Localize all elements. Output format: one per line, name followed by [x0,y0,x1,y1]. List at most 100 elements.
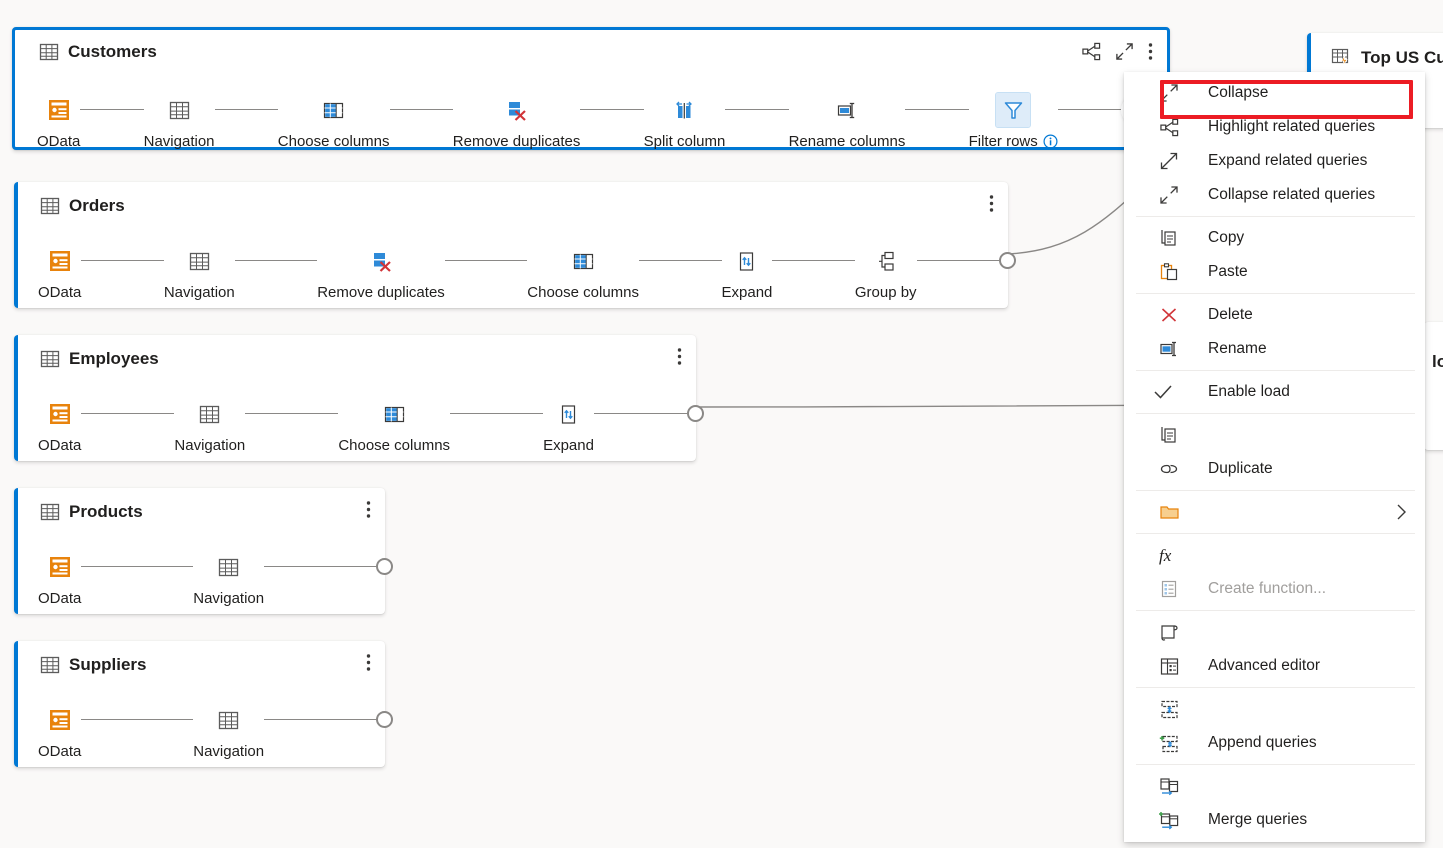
step-odata[interactable]: OData [38,703,81,760]
step-expand[interactable]: Expand [543,397,594,454]
choose-columns-icon [377,397,411,431]
menu-item-properties[interactable]: Advanced editor [1124,649,1425,683]
table-function-icon [1331,47,1352,68]
step-connector [1057,109,1122,111]
folder-icon [1158,501,1180,523]
highlight-related-queries-icon [1158,116,1180,138]
properties-icon [1158,655,1180,677]
step-choose-columns[interactable]: Choose columns [527,244,639,301]
highlight-related-queries-icon[interactable] [1082,42,1101,61]
collapse-icon[interactable] [1115,42,1134,61]
menu-item-copy[interactable]: Copy [1124,221,1425,255]
step-filter-rows[interactable]: Filter rows [969,92,1058,150]
step-connector [725,109,789,111]
card-accent-bar [14,488,18,614]
menu-item-merge-queries-as-new[interactable]: Merge queries [1124,803,1425,837]
menu-item-merge-queries[interactable] [1124,769,1425,803]
step-expand[interactable]: Expand [722,244,772,301]
menu-item-delete[interactable]: Delete [1124,298,1425,332]
step-navigation[interactable]: Navigation [144,93,215,150]
step-odata[interactable]: OData [38,550,81,607]
step-navigation[interactable]: Navigation [174,397,245,454]
step-label: Expand [543,437,594,454]
menu-item-label: Duplicate [1208,460,1273,477]
query-card-orders[interactable]: Orders OData Navigation Remove duplicate… [14,182,1017,308]
query-card-suppliers[interactable]: Suppliers OData Navigation [14,641,393,767]
menu-item-collapse[interactable]: Collapse [1124,76,1425,110]
menu-item-rename[interactable]: Rename [1124,332,1425,366]
menu-item-highlight-related-queries[interactable]: Highlight related queries [1124,110,1425,144]
more-options-icon[interactable] [1148,42,1153,61]
menu-separator [1136,610,1415,611]
step-odata[interactable]: OData [37,93,80,150]
menu-item-advanced-editor[interactable] [1124,615,1425,649]
card-title-text: Customers [68,42,157,61]
query-output-node[interactable] [999,252,1017,269]
append-queries-icon [1158,698,1180,720]
step-navigation[interactable]: Navigation [164,244,235,301]
step-connector [916,260,1000,262]
step-label: Filter rows [969,133,1058,150]
menu-item-append-queries-as-new[interactable]: Append queries [1124,726,1425,760]
query-card-customers[interactable]: Customers OData Navigation Choose column… [12,27,1170,150]
odata-icon [43,397,77,431]
odata-icon [43,550,77,584]
navigation-table-icon [212,703,246,737]
split-column-icon [667,93,701,127]
menu-item-reference[interactable]: Duplicate [1124,452,1425,486]
expand-related-queries-icon [1158,150,1180,172]
menu-item-enable-load[interactable]: Enable load [1124,375,1425,409]
menu-item-duplicate[interactable] [1124,418,1425,452]
more-options-icon[interactable] [366,653,371,672]
query-card-partial-right[interactable]: lo [1424,322,1443,450]
step-navigation[interactable]: Navigation [193,703,264,760]
navigation-table-icon [182,244,216,278]
step-remove-duplicates[interactable]: Remove duplicates [317,244,445,301]
step-connector [639,260,722,262]
menu-item-collapse-related-queries[interactable]: Collapse related queries [1124,178,1425,212]
menu-item-move-to-group[interactable] [1124,495,1425,529]
step-odata[interactable]: OData [38,244,81,301]
step-remove-duplicates[interactable]: Remove duplicates [453,93,580,150]
menu-item-label: Merge queries [1208,811,1308,828]
query-output-node[interactable] [686,405,704,422]
menu-item-expand-related-queries[interactable]: Expand related queries [1124,144,1425,178]
more-options-icon[interactable] [677,347,682,366]
step-odata[interactable]: OData [38,397,81,454]
step-split-column[interactable]: Split column [644,93,725,150]
menu-item-paste[interactable]: Paste [1124,255,1425,289]
query-card-products[interactable]: Products OData Navigation [14,488,393,614]
menu-item-convert-to-parameter: Create function... [1124,572,1425,606]
card-actions-employees [677,347,682,366]
step-label: OData [37,133,81,150]
reference-icon [1158,458,1180,480]
menu-item-label: Delete [1208,306,1253,323]
duplicate-icon [1158,424,1180,446]
step-label: Navigation [193,590,265,607]
step-label: Rename columns [788,133,906,150]
choose-columns-icon [566,244,600,278]
step-navigation[interactable]: Navigation [193,550,264,607]
menu-item-append-queries[interactable] [1124,692,1425,726]
query-output-node[interactable] [376,558,393,575]
step-connector [234,260,318,262]
query-output-node[interactable] [376,711,393,728]
step-rename-columns[interactable]: Rename columns [788,93,906,150]
card-title-row-orders: Orders [40,196,125,216]
step-choose-columns[interactable]: Choose columns [338,397,450,454]
step-info-icon[interactable] [1043,134,1058,149]
step-choose-columns[interactable]: Choose columns [278,93,390,150]
table-icon [40,502,60,522]
step-connector [245,413,339,415]
query-card-employees[interactable]: Employees OData Navigation Choose column… [14,335,704,461]
fx-icon: fx [1158,544,1180,566]
more-options-icon[interactable] [366,500,371,519]
menu-separator [1136,216,1415,217]
card-accent-bar [14,641,18,767]
menu-item-create-function[interactable]: fx [1124,538,1425,572]
step-connector [264,566,376,568]
collapse-icon [1158,82,1180,104]
choose-columns-icon [317,93,351,127]
more-options-icon[interactable] [989,194,994,213]
step-group-by[interactable]: Group by [855,244,917,301]
